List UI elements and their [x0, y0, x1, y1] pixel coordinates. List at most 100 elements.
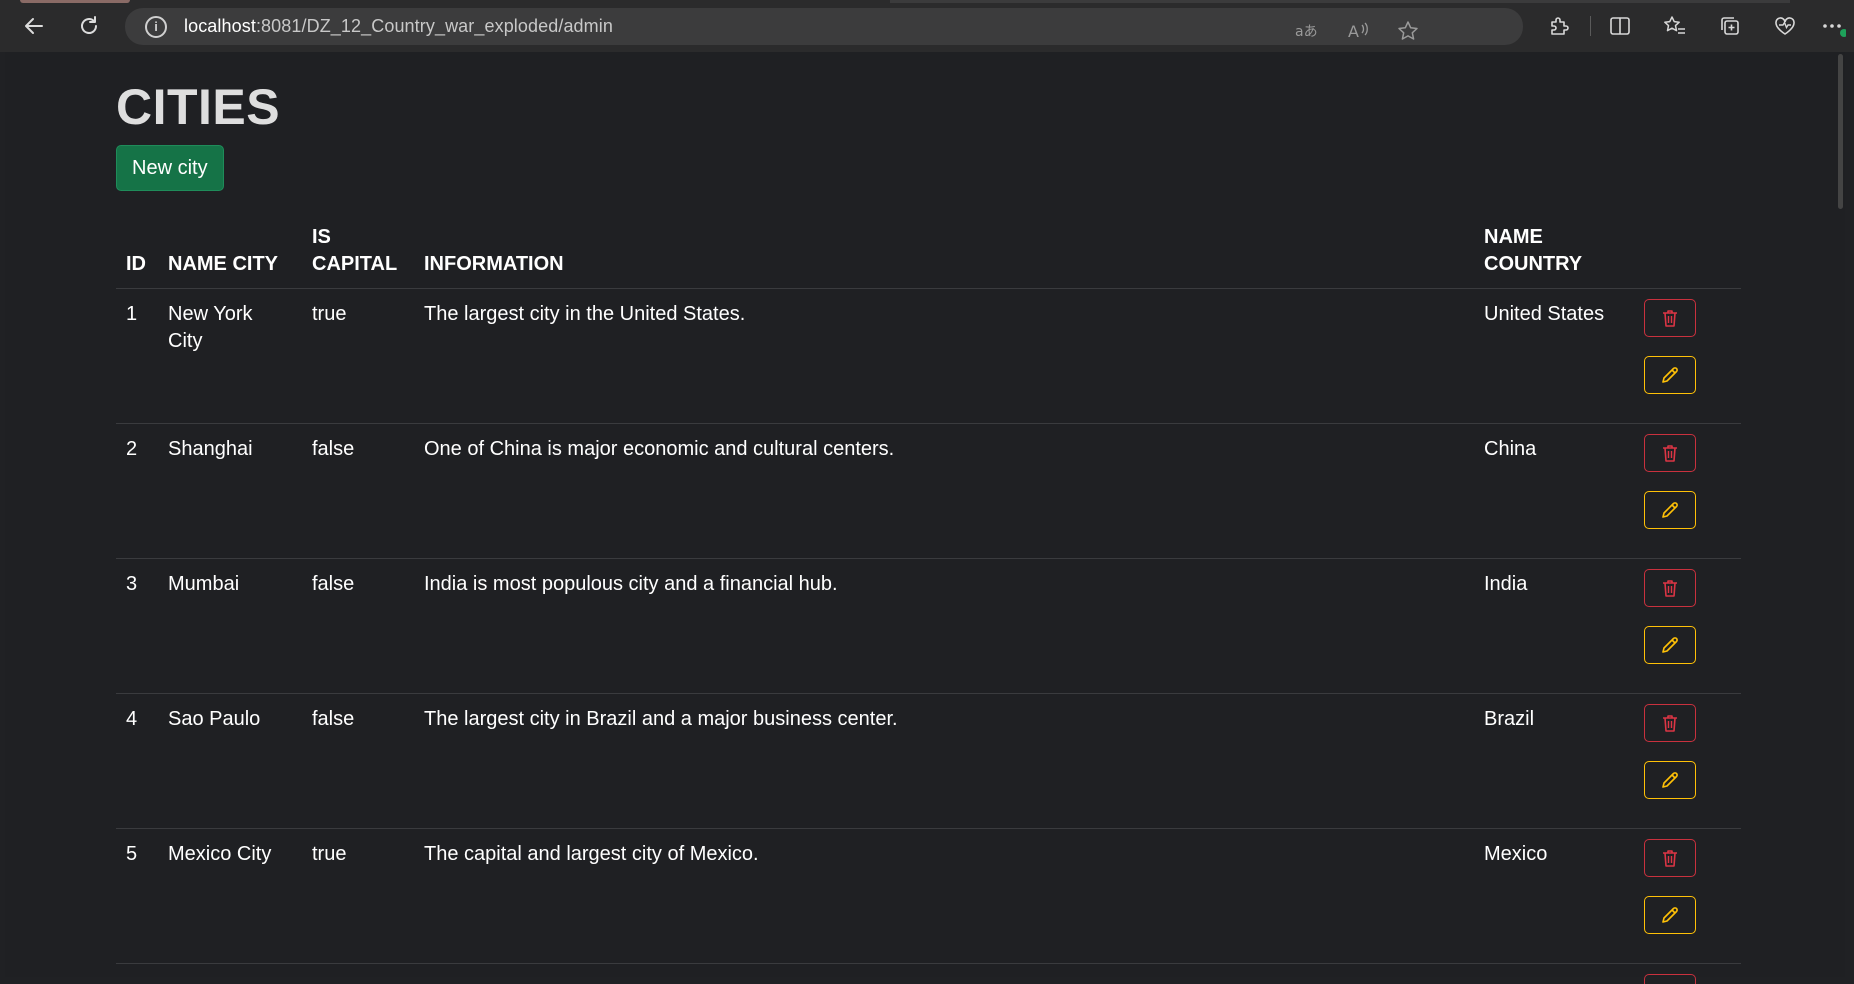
pencil-icon [1660, 770, 1680, 790]
edit-button[interactable] [1644, 626, 1696, 664]
trash-icon [1661, 713, 1679, 733]
cell-empty [302, 964, 414, 984]
translate-icon[interactable]: aあ [1291, 16, 1321, 46]
back-icon[interactable] [18, 10, 50, 42]
header-is-capital: IS CAPITAL [302, 224, 414, 289]
svg-text:A: A [1348, 22, 1359, 41]
table-row: 1 New York City true The largest city in… [116, 289, 1741, 424]
trash-icon [1661, 578, 1679, 598]
refresh-icon[interactable] [73, 10, 105, 42]
header-name-country: NAME COUNTRY [1474, 224, 1626, 289]
cell-information: India is most populous city and a financ… [414, 559, 1474, 694]
vertical-scrollbar[interactable] [1835, 52, 1845, 977]
cell-information: The largest city in Brazil and a major b… [414, 694, 1474, 829]
pencil-icon [1660, 365, 1680, 385]
trash-icon [1661, 848, 1679, 868]
favorites-icon[interactable] [1660, 11, 1690, 41]
table-row: 3 Mumbai false India is most populous ci… [116, 559, 1741, 694]
new-city-button[interactable]: New city [116, 145, 224, 191]
cell-name-city: New York City [158, 289, 302, 424]
cell-actions [1626, 829, 1741, 964]
pencil-icon [1660, 500, 1680, 520]
address-bar[interactable]: i localhost:8081/DZ_12_Country_war_explo… [125, 8, 1523, 45]
site-info-icon[interactable]: i [145, 16, 167, 38]
cell-id: 2 [116, 424, 158, 559]
cell-name-country: Mexico [1474, 829, 1626, 964]
delete-button[interactable] [1644, 569, 1696, 607]
cell-name-country: United States [1474, 289, 1626, 424]
url-path: :8081/DZ_12_Country_war_exploded/admin [256, 16, 613, 36]
cell-is-capital: false [302, 694, 414, 829]
settings-more-icon[interactable] [1818, 11, 1848, 41]
delete-button[interactable] [1644, 839, 1696, 877]
trash-icon [1661, 308, 1679, 328]
cities-table: ID NAME CITY IS CAPITAL INFORMATION NAME C… [116, 224, 1741, 984]
cell-information: One of China is major economic and cultu… [414, 424, 1474, 559]
split-screen-icon[interactable] [1605, 11, 1635, 41]
cell-is-capital: true [302, 829, 414, 964]
pencil-icon [1660, 905, 1680, 925]
cell-information: The largest city in the United States. [414, 289, 1474, 424]
browser-toolbar: i localhost:8081/DZ_12_Country_war_explo… [0, 0, 1854, 52]
table-row-partial [116, 964, 1741, 984]
cell-actions [1626, 694, 1741, 829]
read-aloud-icon[interactable]: A [1343, 16, 1373, 46]
header-is-capital-line2: CAPITAL [312, 253, 397, 275]
table-row: 4 Sao Paulo false The largest city in Br… [116, 694, 1741, 829]
delete-button-partial[interactable] [1644, 974, 1696, 984]
browser-essentials-icon[interactable] [1770, 11, 1800, 41]
header-name-city: NAME CITY [158, 224, 302, 289]
table-row: 2 Shanghai false One of China is major e… [116, 424, 1741, 559]
cell-actions [1626, 424, 1741, 559]
cell-empty [158, 964, 302, 984]
delete-button[interactable] [1644, 434, 1696, 472]
cell-name-city: Sao Paulo [158, 694, 302, 829]
edit-button[interactable] [1644, 761, 1696, 799]
delete-button[interactable] [1644, 704, 1696, 742]
edit-button[interactable] [1644, 491, 1696, 529]
tab-strip-edge [890, 0, 1790, 3]
trash-icon [1661, 443, 1679, 463]
toolbar-separator [1590, 16, 1591, 36]
edit-button[interactable] [1644, 356, 1696, 394]
header-name-country-line2: COUNTRY [1484, 253, 1582, 275]
cell-is-capital: false [302, 424, 414, 559]
header-is-capital-line1: IS [312, 226, 331, 248]
extensions-icon[interactable] [1544, 11, 1574, 41]
cell-id: 1 [116, 289, 158, 424]
header-information: INFORMATION [414, 224, 1474, 289]
header-name-country-line1: NAME [1484, 226, 1543, 248]
cell-actions [1626, 289, 1741, 424]
table-header-row: ID NAME CITY IS CAPITAL INFORMATION NAME C… [116, 224, 1741, 289]
cell-actions [1626, 559, 1741, 694]
url-text[interactable]: localhost:8081/DZ_12_Country_war_explode… [184, 16, 613, 37]
cell-id: 5 [116, 829, 158, 964]
active-tab-edge[interactable] [20, 0, 130, 3]
page-title: CITIES [116, 78, 280, 136]
collections-icon[interactable] [1715, 11, 1745, 41]
cell-name-city: Shanghai [158, 424, 302, 559]
cell-name-city: Mumbai [158, 559, 302, 694]
cell-is-capital: false [302, 559, 414, 694]
header-actions [1626, 224, 1741, 289]
favorite-star-icon[interactable] [1393, 16, 1423, 46]
header-id: ID [116, 224, 158, 289]
cell-name-country: Brazil [1474, 694, 1626, 829]
delete-button[interactable] [1644, 299, 1696, 337]
cell-id: 4 [116, 694, 158, 829]
cell-empty [116, 964, 158, 984]
cell-name-city: Mexico City [158, 829, 302, 964]
table-row: 5 Mexico City true The capital and large… [116, 829, 1741, 964]
cell-id: 3 [116, 559, 158, 694]
pencil-icon [1660, 635, 1680, 655]
cell-empty [1474, 964, 1626, 984]
cell-name-country: India [1474, 559, 1626, 694]
scrollbar-thumb[interactable] [1838, 54, 1843, 209]
svg-text:aあ: aあ [1295, 24, 1317, 40]
cell-is-capital: true [302, 289, 414, 424]
cell-empty [414, 964, 1474, 984]
edit-button[interactable] [1644, 896, 1696, 934]
cell-actions [1626, 964, 1741, 984]
cell-name-country: China [1474, 424, 1626, 559]
cell-information: The capital and largest city of Mexico. [414, 829, 1474, 964]
